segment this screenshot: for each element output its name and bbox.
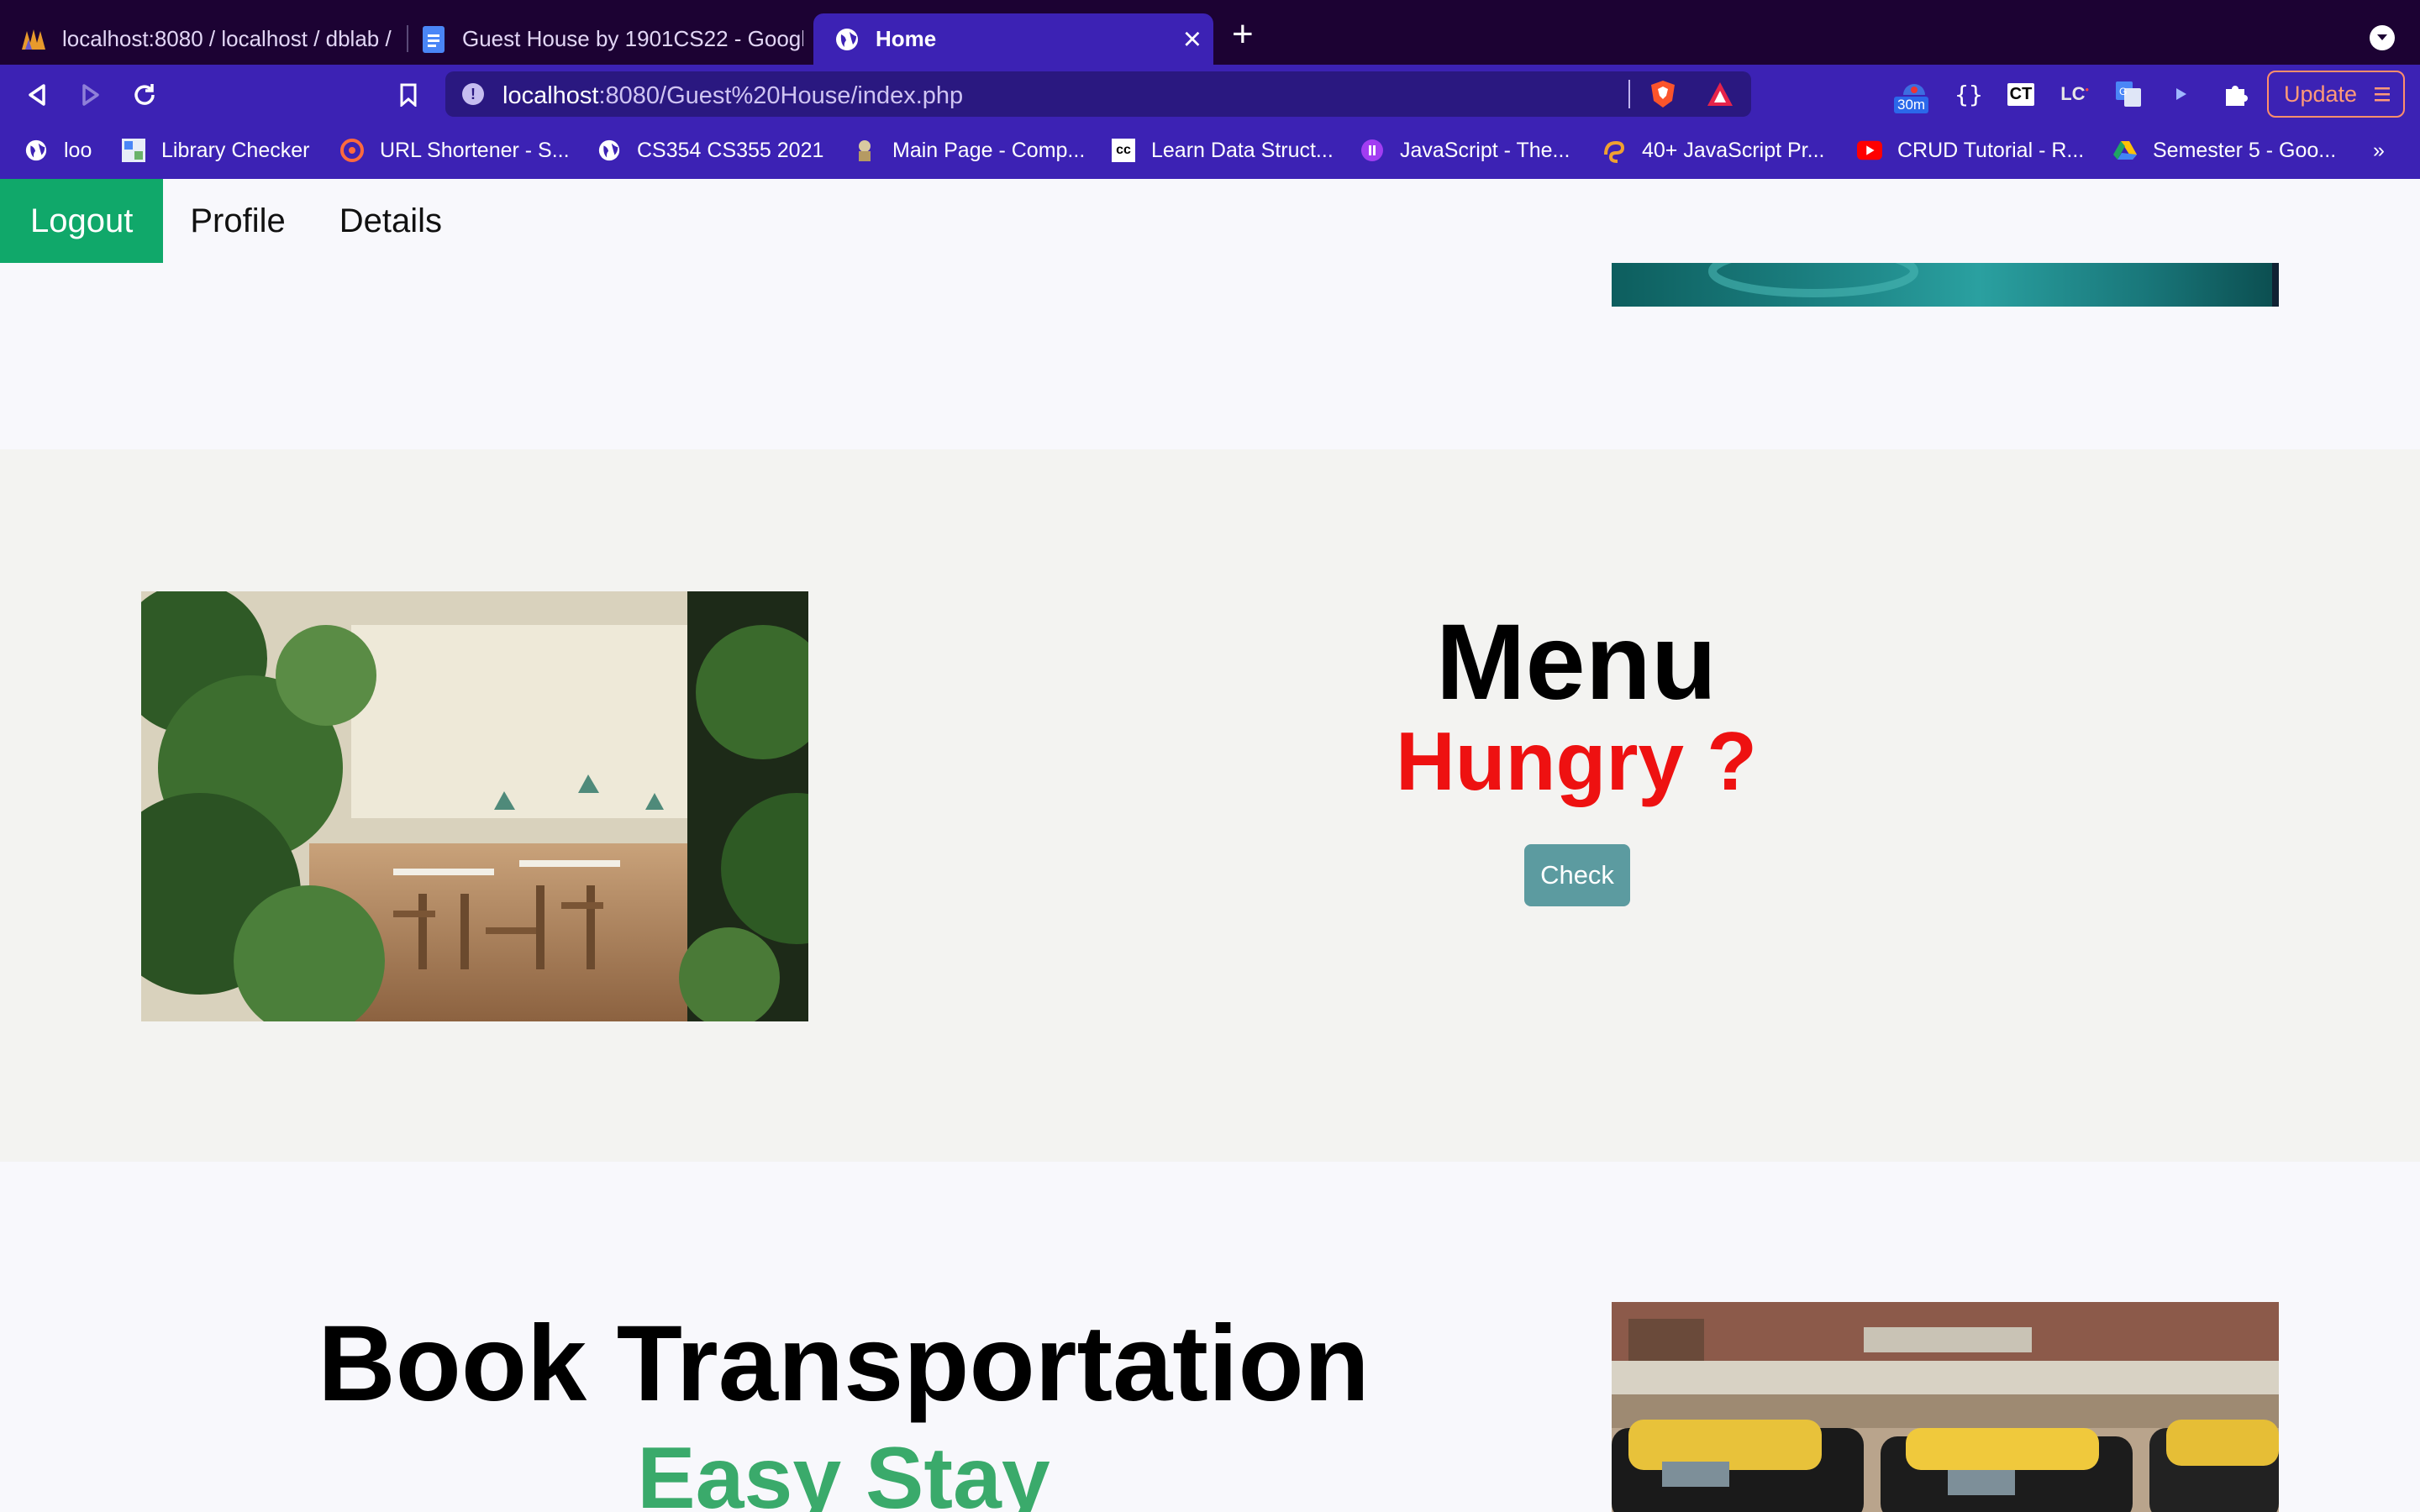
page-viewport: Logout Profile Details Menu Hungry ? Che… (0, 179, 2420, 1512)
tab-home[interactable]: Home × (813, 13, 1213, 65)
library-checker-icon (121, 138, 146, 163)
logout-link[interactable]: Logout (0, 179, 164, 263)
tab-phpmyadmin[interactable]: localhost:8080 / localhost / dblab / (0, 13, 395, 65)
update-button[interactable]: Update (2267, 71, 2405, 118)
taxi-image (1612, 1302, 2279, 1512)
site-navbar: Logout Profile Details (0, 179, 469, 263)
menu-icon (2375, 87, 2390, 102)
ct-extension-icon[interactable]: CT (2005, 78, 2037, 110)
phpmyadmin-icon (20, 26, 47, 53)
menu-title: Menu (1435, 602, 1718, 722)
profile-link[interactable]: Profile (163, 179, 312, 263)
transport-title: Book Transportation (318, 1304, 1370, 1424)
menu-subtitle: Hungry ? (1395, 715, 1758, 807)
back-button[interactable] (22, 80, 52, 110)
bookmark-learn-data-structures[interactable]: cc Learn Data Struct... (1111, 135, 1334, 165)
transport-subtitle: Easy Stay (637, 1430, 1050, 1512)
details-link[interactable]: Details (313, 179, 469, 263)
google-docs-icon (420, 25, 447, 53)
section-image-cropped (1612, 245, 2279, 307)
wiki-icon (852, 138, 877, 163)
address-bar[interactable]: ! localhost:8080/Guest%20House/index.php (445, 71, 1751, 117)
media-extension-icon[interactable] (2165, 78, 2196, 110)
url-text: localhost:8080/Guest%20House/index.php (502, 82, 964, 109)
address-divider (1628, 80, 1630, 108)
check-menu-button[interactable]: Check (1524, 844, 1630, 906)
cc-icon: cc (1111, 138, 1136, 163)
bookmark-library-checker[interactable]: Library Checker (121, 135, 309, 165)
brave-rewards-icon[interactable] (1706, 81, 1734, 112)
bookmark-40-javascript[interactable]: 40+ JavaScript Pr... (1602, 135, 1824, 165)
timer-extension-icon[interactable]: 30m (1894, 78, 1933, 113)
bookmark-url-shortener[interactable]: URL Shortener - S... (339, 135, 570, 165)
brave-shields-icon[interactable] (1649, 79, 1677, 113)
tab-search-icon[interactable] (2370, 25, 2395, 50)
bookmark-javascript-info[interactable]: JavaScript - The... (1360, 135, 1570, 165)
bookmark-semester-5[interactable]: Semester 5 - Goo... (2112, 135, 2336, 165)
bookmarks-overflow-button[interactable]: » (2373, 135, 2385, 165)
javascript-info-icon (1360, 138, 1385, 163)
new-tab-button[interactable]: + (1232, 13, 1254, 55)
bookmark-loo[interactable]: loo (24, 135, 92, 165)
bookmarks-bar: loo Library Checker URL Shortener - S...… (0, 123, 2420, 179)
forward-button[interactable] (76, 80, 106, 110)
url-shortener-icon (339, 138, 365, 163)
reload-button[interactable] (129, 80, 160, 110)
bookmark-crud-tutorial[interactable]: CRUD Tutorial - R... (1857, 135, 2084, 165)
youtube-icon (1857, 138, 1882, 163)
extensions-puzzle-icon[interactable] (2220, 78, 2252, 110)
google-drive-icon (2112, 138, 2138, 163)
svg-text:G: G (2119, 86, 2127, 97)
leetcode-extension-icon[interactable]: LC• (2059, 78, 2091, 110)
swirl-icon (1602, 138, 1627, 163)
bookmark-main-page[interactable]: Main Page - Comp... (852, 135, 1085, 165)
bookmark-icon[interactable] (393, 80, 424, 110)
restaurant-image (141, 591, 808, 1021)
close-tab-icon[interactable]: × (1183, 22, 1202, 58)
json-extension-icon[interactable]: {} (1953, 78, 1985, 110)
globe-icon (597, 138, 622, 163)
tab-google-doc[interactable]: Guest House by 1901CS22 - Google (400, 13, 803, 65)
bookmark-cs354[interactable]: CS354 CS355 2021 (597, 135, 823, 165)
globe-icon (24, 138, 49, 163)
translate-extension-icon[interactable]: G (2112, 78, 2144, 110)
browser-toolbar: ! localhost:8080/Guest%20House/index.php… (0, 65, 2420, 123)
browser-tab-bar: localhost:8080 / localhost / dblab / Gue… (0, 0, 2420, 65)
globe-icon (834, 26, 860, 53)
site-info-icon[interactable]: ! (462, 83, 484, 105)
menu-section: Menu Hungry ? Check (0, 449, 2420, 1162)
